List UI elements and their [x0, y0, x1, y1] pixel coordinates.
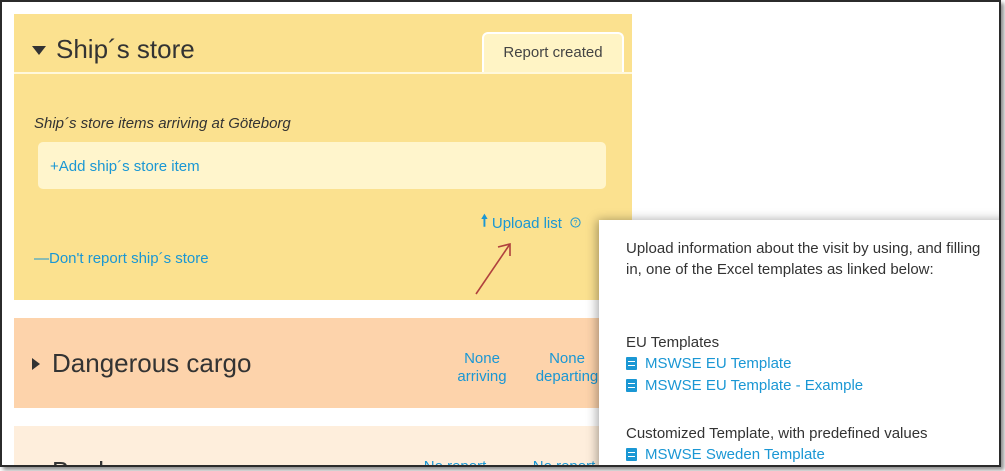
- add-ships-store-item-link[interactable]: +Add ship´s store item: [50, 158, 200, 175]
- ships-store-header[interactable]: Ship´s store: [32, 34, 195, 65]
- bunker-title: Bunker: [52, 456, 134, 465]
- arriving-line2: arriving: [457, 368, 507, 385]
- upload-list-link[interactable]: 🠕 Upload list ?: [481, 210, 581, 237]
- eu-template-link[interactable]: MSWSE EU Template: [626, 355, 791, 372]
- ships-store-subtitle: Ship´s store items arriving at Göteborg: [34, 115, 291, 132]
- add-item-box: +Add ship´s store item: [38, 142, 606, 189]
- arriving-line1: None: [464, 350, 500, 367]
- app-frame: Ship´s store Report created Ship´s store…: [0, 0, 1001, 467]
- svg-text:?: ?: [573, 220, 577, 227]
- upload-help-tooltip: Upload information about the visit by us…: [599, 220, 999, 465]
- sweden-template-link-label: MSWSE Sweden Template: [645, 446, 825, 463]
- tab-divider: [14, 72, 632, 74]
- dangerous-cargo-title: Dangerous cargo: [52, 348, 252, 378]
- ships-store-title: Ship´s store: [56, 34, 195, 64]
- dont-report-ships-store-link[interactable]: —Don't report ship´s store: [34, 250, 209, 267]
- dangerous-cargo-panel: Dangerous cargo None arriving None depar…: [14, 318, 632, 408]
- upload-list-label: Upload list: [491, 215, 562, 232]
- bunker-status-2[interactable]: No report: [519, 458, 609, 465]
- document-icon: [626, 448, 637, 461]
- dangerous-cargo-arriving-status[interactable]: None arriving: [442, 350, 522, 386]
- tooltip-intro-text: Upload information about the visit by us…: [626, 240, 981, 278]
- eu-template-example-link[interactable]: MSWSE EU Template - Example: [626, 377, 863, 394]
- custom-template-heading: Customized Template, with predefined val…: [626, 425, 928, 442]
- bunker-header[interactable]: Bunker: [32, 456, 134, 468]
- help-circle-icon[interactable]: ?: [570, 216, 581, 231]
- tab-report-created[interactable]: Report created: [482, 32, 624, 72]
- bunker-panel: Bunker No report No report: [14, 426, 632, 468]
- document-icon: [626, 379, 637, 392]
- bunker-status-1[interactable]: No report: [410, 458, 500, 465]
- caret-right-icon: [32, 357, 40, 370]
- annotation-arrow: [475, 242, 511, 295]
- upload-arrow-icon: 🠕: [481, 213, 488, 230]
- ships-store-panel: Ship´s store Report created Ship´s store…: [14, 14, 632, 300]
- eu-templates-heading: EU Templates: [626, 334, 720, 351]
- dangerous-cargo-header[interactable]: Dangerous cargo: [32, 348, 251, 379]
- document-icon: [626, 357, 637, 370]
- sweden-template-link[interactable]: MSWSE Sweden Template: [626, 446, 825, 463]
- caret-down-icon: [32, 46, 46, 55]
- eu-template-example-link-label: MSWSE EU Template - Example: [645, 377, 864, 394]
- caret-right-icon: [32, 466, 40, 468]
- eu-template-link-label: MSWSE EU Template: [645, 355, 792, 372]
